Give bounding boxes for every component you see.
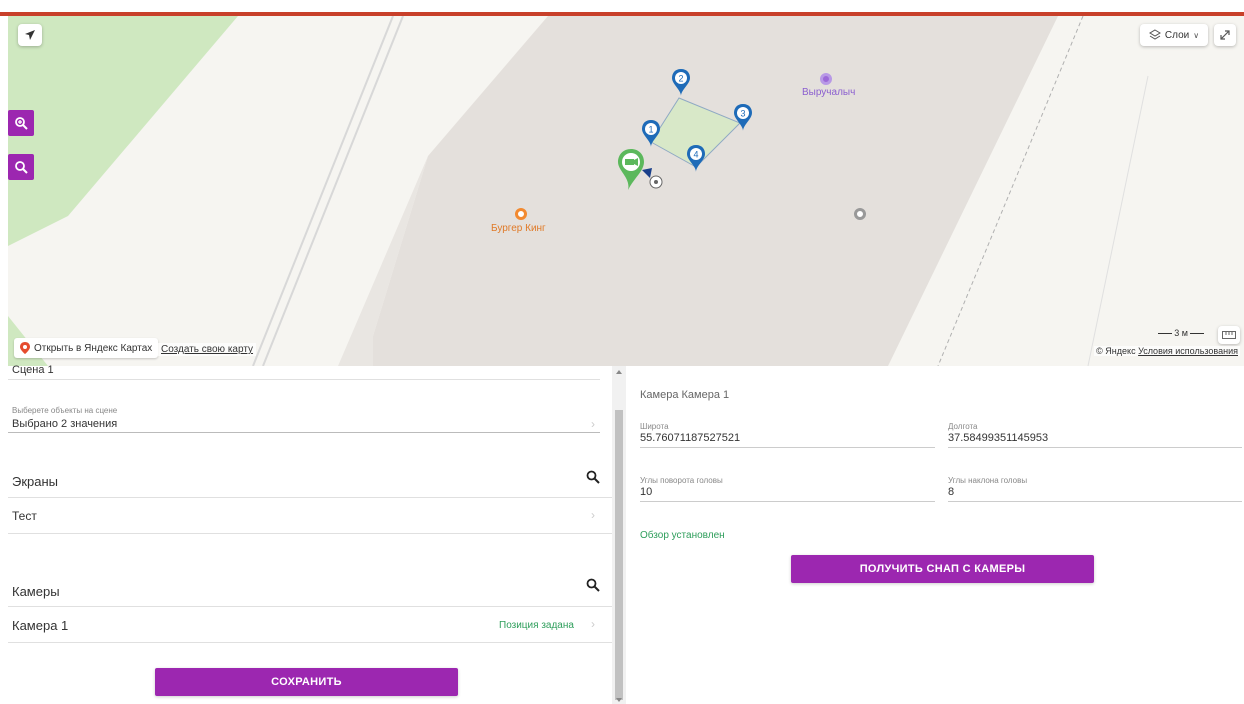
screens-title: Экраны bbox=[12, 474, 59, 489]
scale-line-right bbox=[1190, 332, 1204, 334]
longitude-underline bbox=[948, 447, 1242, 448]
cameras-title: Камеры bbox=[12, 584, 60, 599]
camera-item-chevron-icon[interactable]: › bbox=[591, 617, 595, 631]
screens-search-icon[interactable] bbox=[586, 470, 600, 484]
longitude-label: Долгота bbox=[948, 422, 978, 431]
latitude-underline bbox=[640, 447, 935, 448]
tilt-underline bbox=[948, 501, 1242, 502]
map-view[interactable]: 2 3 1 4 Выручалыч Бургер Кинг Слои ∨ Отк… bbox=[8, 16, 1244, 366]
screen-item-chevron-icon[interactable]: › bbox=[591, 508, 595, 522]
longitude-field[interactable]: 37.58499351145953 bbox=[948, 432, 1048, 444]
camera-panel: Камера Камера 1 Широта 55.76071187527521… bbox=[626, 366, 1244, 704]
rotate-underline bbox=[640, 501, 935, 502]
zoom-out-button[interactable] bbox=[8, 154, 34, 180]
left-panel-scrollbar[interactable] bbox=[612, 366, 626, 704]
ruler-icon bbox=[1222, 331, 1236, 339]
screens-divider bbox=[8, 497, 612, 498]
expand-icon bbox=[1220, 30, 1230, 40]
tilt-field[interactable]: 8 bbox=[948, 486, 954, 498]
marker-1-label: 1 bbox=[648, 125, 653, 135]
layers-icon bbox=[1148, 29, 1161, 40]
create-map-link[interactable]: Создать свою карту bbox=[158, 343, 257, 356]
layers-button[interactable]: Слои ∨ bbox=[1140, 24, 1208, 46]
marker-1-icon[interactable]: 1 bbox=[640, 119, 662, 149]
objects-chevron-icon[interactable]: › bbox=[591, 417, 595, 431]
latitude-field[interactable]: 55.76071187527521 bbox=[640, 432, 740, 444]
tilt-label: Углы наклона головы bbox=[948, 476, 1028, 485]
scene-divider bbox=[8, 379, 600, 380]
scale-line-left bbox=[1158, 332, 1173, 334]
objects-select[interactable]: Выбрано 2 значения bbox=[12, 418, 117, 430]
marker-3-label: 3 bbox=[740, 109, 745, 119]
scroll-down-icon[interactable] bbox=[616, 698, 622, 702]
open-in-yandex-maps-button[interactable]: Открыть в Яндекс Картах bbox=[14, 338, 159, 358]
scale-label: 3 м bbox=[1174, 328, 1188, 338]
poi-burger-icon[interactable] bbox=[515, 208, 527, 220]
marker-3-icon[interactable]: 3 bbox=[732, 103, 754, 133]
open-yandex-label: Открыть в Яндекс Картах bbox=[34, 342, 153, 354]
zoom-in-button[interactable] bbox=[8, 110, 34, 136]
chevron-down-icon: ∨ bbox=[1193, 30, 1200, 40]
marker-4-icon[interactable]: 4 bbox=[685, 144, 707, 174]
layers-label: Слои bbox=[1164, 29, 1190, 41]
marker-4-label: 4 bbox=[693, 150, 698, 160]
poi-burger-label: Бургер Кинг bbox=[491, 223, 546, 234]
marker-2-label: 2 bbox=[678, 74, 683, 84]
camera-item-status: Позиция задана bbox=[499, 620, 574, 631]
camera-item-divider bbox=[8, 642, 612, 643]
camera-direction-icon[interactable] bbox=[640, 166, 664, 190]
poi-gray-icon[interactable] bbox=[854, 208, 866, 220]
zoom-in-icon bbox=[15, 117, 28, 130]
screen-item-divider bbox=[8, 533, 612, 534]
terms-link[interactable]: Условия использования bbox=[1138, 346, 1238, 356]
poi-vyruchalych-icon[interactable] bbox=[820, 73, 832, 85]
objects-divider bbox=[8, 432, 600, 433]
get-snapshot-button[interactable]: ПОЛУЧИТЬ СНАП С КАМЕРЫ bbox=[791, 555, 1094, 583]
poi-vyruchalych-label: Выручалыч bbox=[802, 87, 856, 98]
save-button[interactable]: СОХРАНИТЬ bbox=[155, 668, 458, 696]
objects-label: Выберете объекты на сцене bbox=[12, 406, 118, 415]
scene-value[interactable]: Сцена 1 bbox=[12, 364, 54, 376]
fullscreen-button[interactable] bbox=[1214, 24, 1236, 46]
search-zoom-icon bbox=[15, 161, 28, 174]
scene-panel: Сцена 1 Выберете объекты на сцене Выбран… bbox=[8, 364, 612, 704]
marker-2-icon[interactable]: 2 bbox=[670, 68, 692, 98]
ruler-button[interactable] bbox=[1218, 326, 1240, 344]
overview-status: Обзор установлен bbox=[640, 530, 725, 541]
camera-panel-title: Камера Камера 1 bbox=[640, 389, 730, 401]
cameras-search-icon[interactable] bbox=[586, 578, 600, 592]
navigation-arrow-icon bbox=[25, 30, 35, 40]
locate-button[interactable] bbox=[18, 24, 42, 46]
copyright-label: © Яндекс bbox=[1096, 346, 1136, 356]
rotate-field[interactable]: 10 bbox=[640, 486, 652, 498]
map-scale: 3 м bbox=[1158, 328, 1204, 338]
screen-item-test[interactable]: Тест bbox=[12, 509, 37, 523]
latitude-label: Широта bbox=[640, 422, 669, 431]
scrollbar-thumb[interactable] bbox=[615, 410, 623, 700]
rotate-label: Углы поворота головы bbox=[640, 476, 723, 485]
map-copyright: © Яндекс Условия использования bbox=[1094, 346, 1240, 356]
top-accent-bar bbox=[0, 0, 1244, 16]
camera-item-name[interactable]: Камера 1 bbox=[12, 618, 68, 633]
cameras-divider bbox=[8, 606, 612, 607]
location-pin-icon bbox=[20, 342, 30, 354]
scroll-up-icon[interactable] bbox=[616, 370, 622, 374]
